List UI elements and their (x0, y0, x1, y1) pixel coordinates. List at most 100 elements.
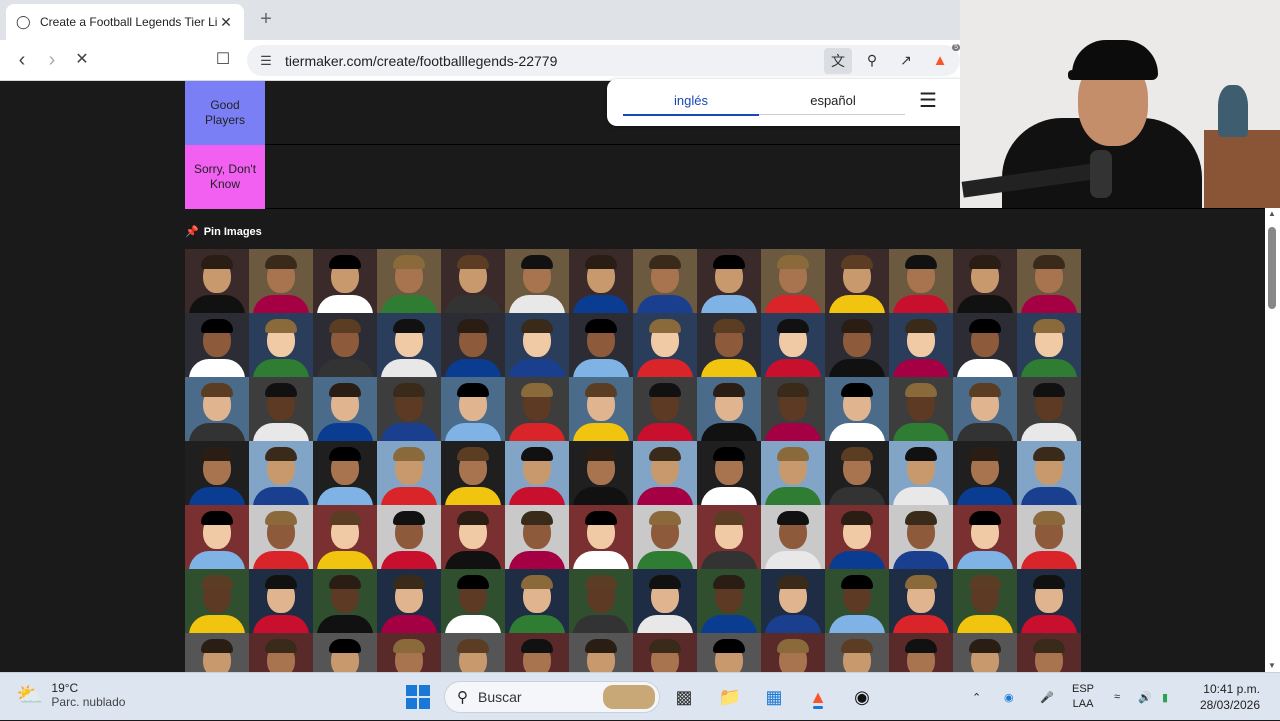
player-image[interactable] (505, 569, 569, 633)
tier-label-sorry-dont-know[interactable]: Sorry, Don't Know (185, 145, 265, 209)
player-image[interactable] (441, 313, 505, 377)
player-image[interactable] (953, 569, 1017, 633)
player-image[interactable] (953, 441, 1017, 505)
player-image[interactable] (825, 249, 889, 313)
player-image[interactable] (185, 505, 249, 569)
player-image[interactable] (249, 441, 313, 505)
input-language-indicator[interactable]: ESP LAA (1072, 673, 1094, 721)
player-image[interactable] (569, 505, 633, 569)
player-image[interactable] (505, 377, 569, 441)
player-image[interactable] (889, 569, 953, 633)
player-image[interactable] (377, 377, 441, 441)
player-image[interactable] (697, 249, 761, 313)
player-image[interactable] (377, 569, 441, 633)
show-hidden-icons-icon[interactable]: ⌃ (972, 673, 981, 721)
player-image[interactable] (505, 249, 569, 313)
player-image[interactable] (441, 377, 505, 441)
player-image[interactable] (249, 249, 313, 313)
player-image[interactable] (889, 249, 953, 313)
obs-icon[interactable]: ◉ (848, 683, 876, 711)
player-image[interactable] (697, 377, 761, 441)
brave-browser-icon[interactable]: ▲ (804, 683, 832, 711)
player-image[interactable] (761, 441, 825, 505)
player-image[interactable] (313, 633, 377, 672)
player-image[interactable] (1017, 249, 1081, 313)
player-image[interactable] (633, 249, 697, 313)
player-image[interactable] (953, 313, 1017, 377)
player-image[interactable] (889, 441, 953, 505)
back-icon[interactable]: ‹ (10, 48, 34, 72)
player-image[interactable] (697, 505, 761, 569)
pin-images-toggle[interactable]: 📌 Pin Images (185, 225, 262, 239)
scrollbar-thumb[interactable] (1268, 227, 1276, 309)
file-explorer-icon[interactable]: 📁 (716, 683, 744, 711)
player-image[interactable] (505, 441, 569, 505)
player-image[interactable] (953, 505, 1017, 569)
player-image[interactable] (1017, 505, 1081, 569)
player-image[interactable] (313, 249, 377, 313)
close-tab-icon[interactable]: ✕ (218, 14, 234, 31)
player-image[interactable] (825, 377, 889, 441)
player-image[interactable] (1017, 441, 1081, 505)
player-image[interactable] (185, 377, 249, 441)
brave-shields-icon[interactable]: ▲ 5 (926, 43, 960, 74)
translate-menu-icon[interactable]: ☰ (919, 91, 937, 111)
player-image[interactable] (377, 313, 441, 377)
player-image[interactable] (889, 505, 953, 569)
url-text[interactable]: tiermaker.com/create/footballlegends-227… (281, 53, 824, 69)
player-image[interactable] (441, 505, 505, 569)
player-image[interactable] (313, 313, 377, 377)
player-image[interactable] (1017, 569, 1081, 633)
player-image[interactable] (377, 505, 441, 569)
player-image[interactable] (761, 505, 825, 569)
player-image[interactable] (1017, 313, 1081, 377)
address-bar[interactable]: ☰ tiermaker.com/create/footballlegends-2… (247, 43, 960, 76)
player-image[interactable] (313, 505, 377, 569)
player-image[interactable] (185, 441, 249, 505)
player-image[interactable] (953, 377, 1017, 441)
player-image[interactable] (761, 633, 825, 672)
translate-icon[interactable]: 文 (824, 47, 852, 74)
scroll-down-icon[interactable]: ▼ (1268, 661, 1276, 670)
player-image[interactable] (697, 569, 761, 633)
player-image[interactable] (697, 313, 761, 377)
player-image[interactable] (569, 569, 633, 633)
player-image[interactable] (505, 505, 569, 569)
player-image[interactable] (1017, 633, 1081, 672)
player-image[interactable] (249, 313, 313, 377)
start-button[interactable] (404, 683, 432, 711)
player-image[interactable] (889, 633, 953, 672)
player-image[interactable] (1017, 377, 1081, 441)
player-image[interactable] (313, 441, 377, 505)
player-image[interactable] (185, 249, 249, 313)
player-image[interactable] (761, 249, 825, 313)
player-image[interactable] (377, 633, 441, 672)
task-view-icon[interactable]: ▩ (670, 683, 698, 711)
player-image[interactable] (377, 441, 441, 505)
volume-icon[interactable]: 🔊 (1138, 673, 1152, 721)
player-image[interactable] (953, 633, 1017, 672)
player-image[interactable] (633, 441, 697, 505)
player-image[interactable] (825, 313, 889, 377)
player-image[interactable] (761, 313, 825, 377)
player-image[interactable] (633, 313, 697, 377)
page-scrollbar[interactable]: ▲ ▼ (1265, 207, 1280, 672)
bookmark-icon[interactable]: ☐ (211, 48, 235, 72)
zoom-icon[interactable]: ⚲ (858, 48, 886, 74)
player-image[interactable] (313, 377, 377, 441)
player-image[interactable] (249, 633, 313, 672)
scroll-up-icon[interactable]: ▲ (1268, 209, 1276, 218)
player-image[interactable] (377, 249, 441, 313)
player-image[interactable] (569, 313, 633, 377)
new-tab-button[interactable]: + (256, 8, 276, 31)
player-image[interactable] (249, 569, 313, 633)
stop-loading-icon[interactable]: ✕ (70, 48, 94, 72)
player-image[interactable] (185, 633, 249, 672)
translate-option-english[interactable]: inglés (623, 93, 759, 108)
player-image[interactable] (825, 505, 889, 569)
player-image[interactable] (889, 377, 953, 441)
player-image[interactable] (569, 441, 633, 505)
forward-icon[interactable]: › (40, 48, 64, 72)
browser-tab[interactable]: ◯ Create a Football Legends Tier Li ✕ (6, 4, 244, 40)
player-image[interactable] (633, 377, 697, 441)
